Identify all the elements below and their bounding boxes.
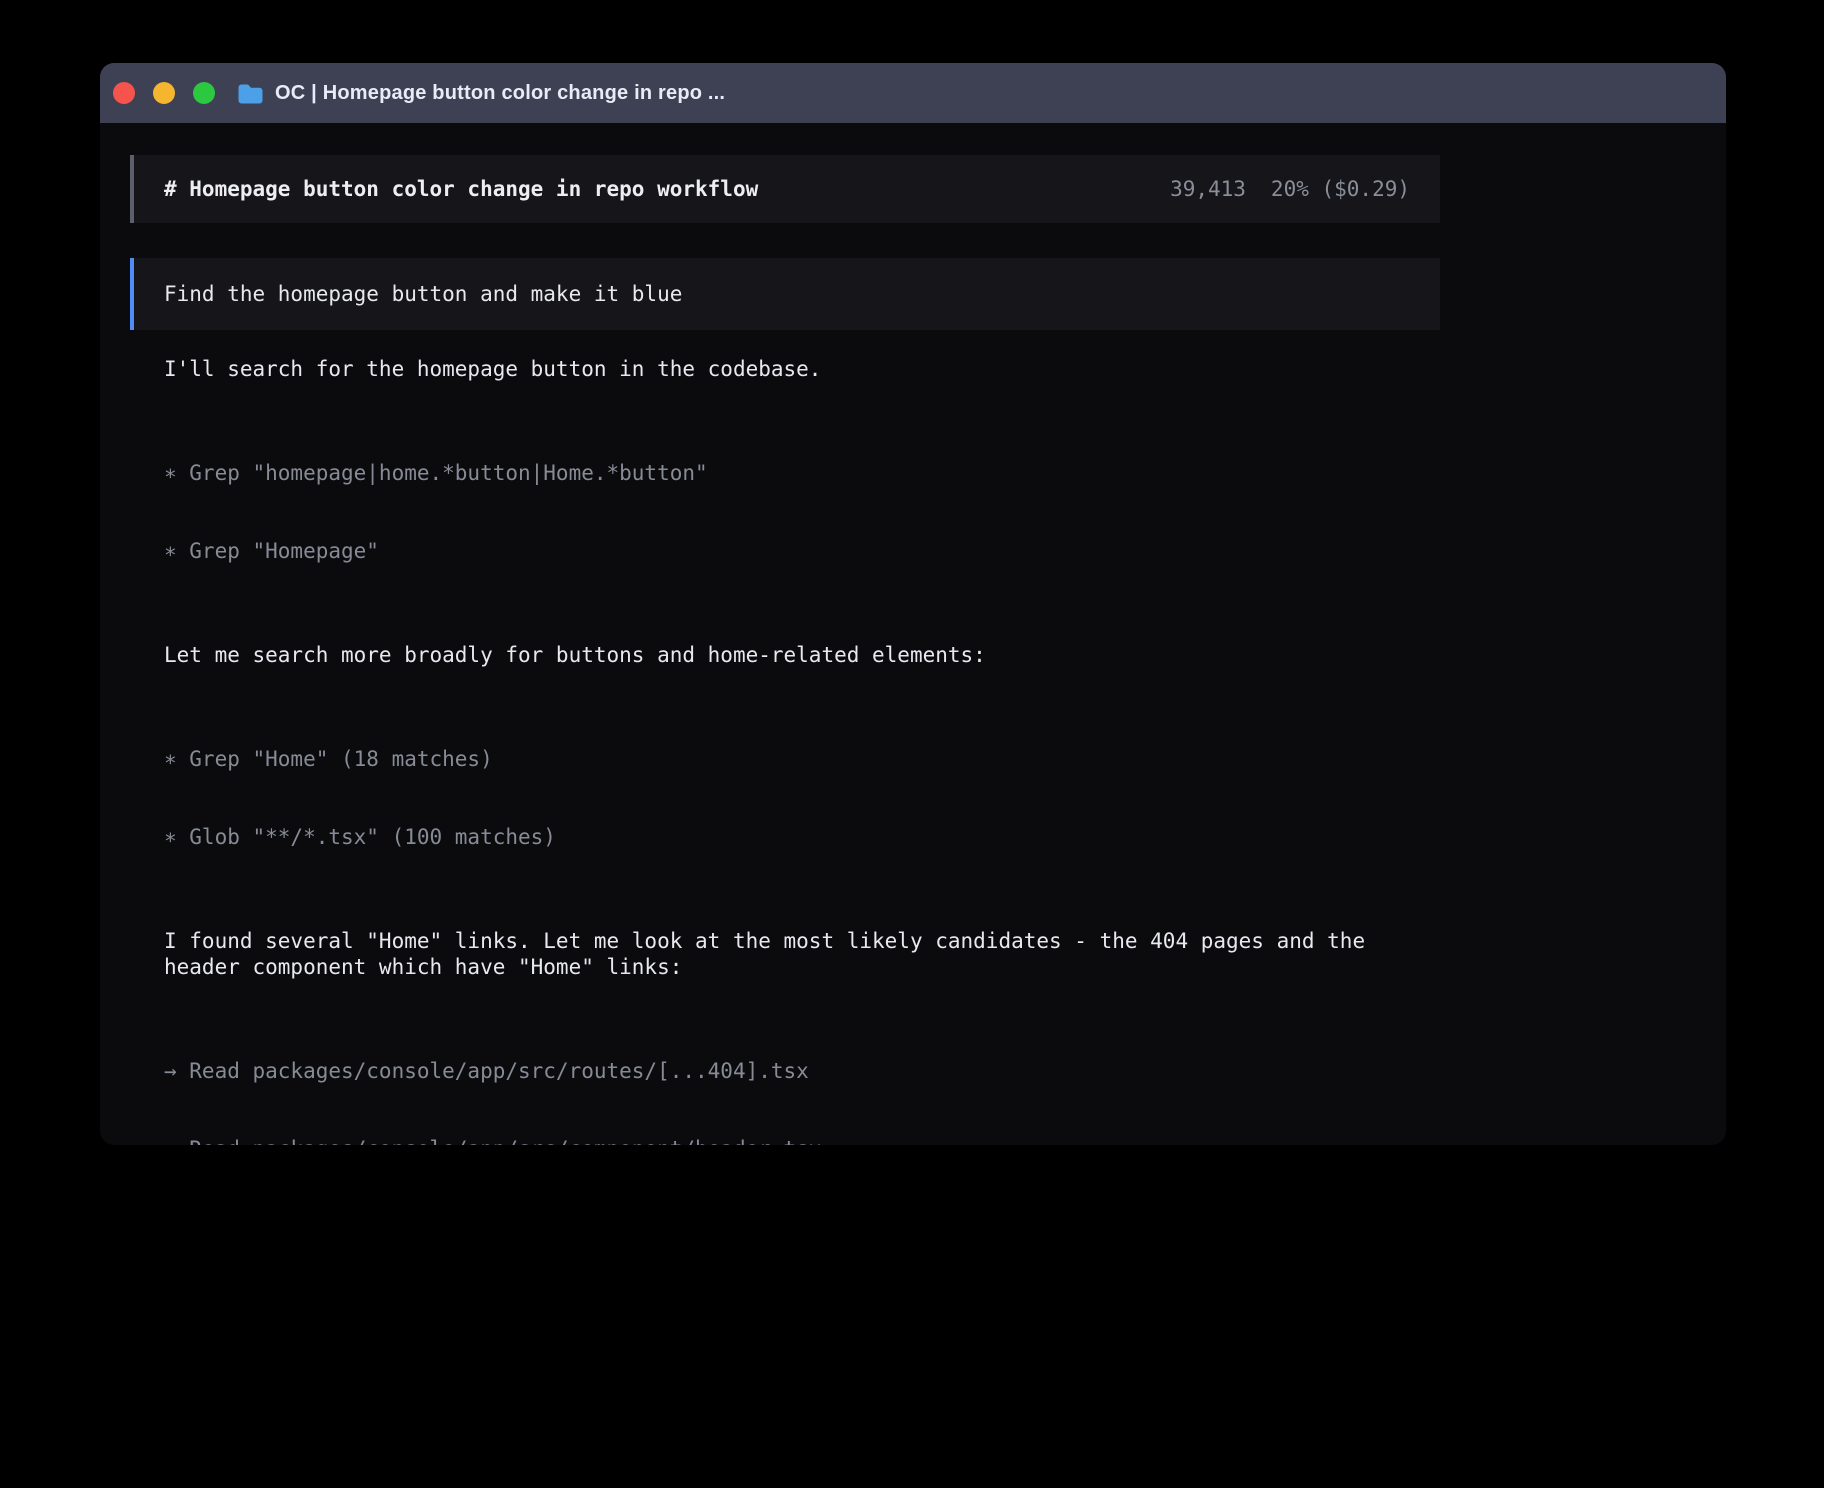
tool-call-grep: ∗ Grep "Home" (18 matches) — [164, 746, 1404, 772]
traffic-lights — [113, 82, 215, 104]
session-stats: 39,413 20% ($0.29) — [1170, 176, 1410, 202]
tool-call-grep: ∗ Grep "Homepage" — [164, 538, 1404, 564]
maximize-button[interactable] — [193, 82, 215, 104]
tool-call-read: → Read packages/console/app/src/routes/[… — [164, 1058, 1404, 1084]
minimize-button[interactable] — [153, 82, 175, 104]
folder-icon — [237, 83, 264, 104]
user-message: Find the homepage button and make it blu… — [130, 258, 1440, 330]
terminal-content: # Homepage button color change in repo w… — [100, 123, 1726, 1145]
close-button[interactable] — [113, 82, 135, 104]
user-message-text: Find the homepage button and make it blu… — [164, 282, 682, 306]
tool-call-group: → Read packages/console/app/src/routes/[… — [164, 1006, 1404, 1145]
session-header: # Homepage button color change in repo w… — [130, 155, 1440, 223]
window-title: OC | Homepage button color change in rep… — [275, 82, 725, 105]
session-title: # Homepage button color change in repo w… — [164, 176, 758, 202]
tool-call-glob: ∗ Glob "**/*.tsx" (100 matches) — [164, 824, 1404, 850]
assistant-transcript: I'll search for the homepage button in t… — [164, 356, 1404, 1145]
tool-call-read: → Read packages/console/app/src/componen… — [164, 1136, 1404, 1145]
tool-call-grep: ∗ Grep "homepage|home.*button|Home.*butt… — [164, 460, 1404, 486]
token-count: 39,413 — [1170, 176, 1246, 202]
tool-call-group: ∗ Grep "Home" (18 matches) ∗ Glob "**/*.… — [164, 694, 1404, 902]
assistant-text: I found several "Home" links. Let me loo… — [164, 928, 1404, 980]
tool-call-group: ∗ Grep "homepage|home.*button|Home.*butt… — [164, 408, 1404, 616]
terminal-window: OC | Homepage button color change in rep… — [100, 63, 1726, 1145]
window-titlebar[interactable]: OC | Homepage button color change in rep… — [100, 63, 1726, 123]
assistant-text: I'll search for the homepage button in t… — [164, 356, 1404, 382]
context-usage-cost: 20% ($0.29) — [1271, 176, 1410, 202]
assistant-text: Let me search more broadly for buttons a… — [164, 642, 1404, 668]
